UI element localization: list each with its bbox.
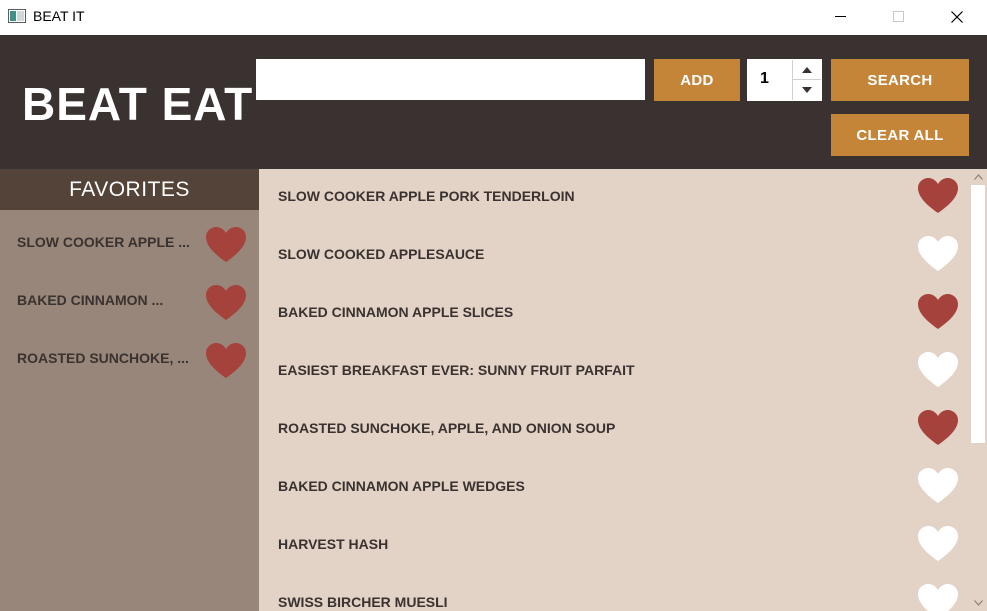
minimize-icon [834,16,846,17]
app-header: BEAT EAT ADD 1 SEARCH CLEAR ALL [0,35,987,169]
heart-icon[interactable] [917,177,959,215]
favorites-title: FAVORITES [69,177,190,201]
stepper-value[interactable]: 1 [760,70,769,88]
favorite-item-label: SLOW COOKER APPLE ... [17,234,190,250]
stepper-up-button[interactable] [792,60,821,80]
result-row-label: SLOW COOKER APPLE PORK TENDERLOIN [278,188,575,204]
heart-icon[interactable] [917,235,959,273]
stepper-down-button[interactable] [792,80,821,100]
result-row-label: BAKED CINNAMON APPLE SLICES [278,304,514,320]
scroll-down-button[interactable] [969,595,987,611]
heart-icon[interactable] [917,467,959,505]
result-row[interactable]: BAKED CINNAMON APPLE SLICES [259,285,969,343]
heart-icon[interactable] [205,226,247,264]
chevron-down-icon [973,600,983,606]
chevron-up-icon [973,174,983,180]
result-row[interactable]: HARVEST HASH [259,517,969,575]
result-row-label: EASIEST BREAKFAST EVER: SUNNY FRUIT PARF… [278,362,635,378]
heart-icon[interactable] [205,284,247,322]
result-row-label: SWISS BIRCHER MUESLI [278,594,448,610]
favorites-header: FAVORITES [0,169,259,210]
title-bar: BEAT IT [0,0,987,35]
result-row[interactable]: SWISS BIRCHER MUESLI [259,575,969,611]
heart-icon[interactable] [917,293,959,331]
favorites-sidebar: FAVORITES SLOW COOKER APPLE ... BAKED CIN… [0,169,259,611]
maximize-button[interactable] [868,0,928,33]
result-row-label: SLOW COOKED APPLESAUCE [278,246,485,262]
result-row[interactable]: EASIEST BREAKFAST EVER: SUNNY FRUIT PARF… [259,343,969,401]
scroll-up-button[interactable] [969,169,987,185]
favorite-item-label: ROASTED SUNCHOKE, ... [17,350,189,366]
search-input[interactable] [256,59,645,100]
result-row-label: ROASTED SUNCHOKE, APPLE, AND ONION SOUP [278,420,616,436]
chevron-up-icon [802,66,812,73]
window-title: BEAT IT [33,8,85,24]
clear-all-button[interactable]: CLEAR ALL [831,114,969,156]
favorite-item[interactable]: ROASTED SUNCHOKE, ... [0,331,259,389]
result-row-label: HARVEST HASH [278,536,389,552]
favorite-item[interactable]: SLOW COOKER APPLE ... [0,215,259,273]
result-row[interactable]: BAKED CINNAMON APPLE WEDGES [259,459,969,517]
maximize-icon [892,11,904,22]
scroll-thumb[interactable] [971,185,985,443]
chevron-down-icon [802,87,812,93]
search-button[interactable]: SEARCH [831,59,969,101]
minimize-button[interactable] [810,0,870,33]
favorite-item-label: BAKED CINNAMON ... [17,292,164,308]
result-row[interactable]: ROASTED SUNCHOKE, APPLE, AND ONION SOUP [259,401,969,459]
quantity-stepper[interactable]: 1 [747,59,822,101]
app-logo: BEAT EAT [22,78,254,130]
close-icon [951,10,963,23]
results-list: SLOW COOKER APPLE PORK TENDERLOIN SLOW CO… [259,169,987,611]
results-scrollbar[interactable] [969,169,987,611]
result-row[interactable]: SLOW COOKED APPLESAUCE [259,227,969,285]
heart-icon[interactable] [205,342,247,380]
add-button[interactable]: ADD [654,59,740,101]
heart-icon[interactable] [917,409,959,447]
heart-icon[interactable] [917,351,959,389]
result-row-label: BAKED CINNAMON APPLE WEDGES [278,478,525,494]
heart-icon[interactable] [917,525,959,563]
favorite-item[interactable]: BAKED CINNAMON ... [0,273,259,331]
result-row[interactable]: SLOW COOKER APPLE PORK TENDERLOIN [259,169,969,227]
heart-icon[interactable] [917,583,959,611]
app-window-icon [8,9,26,23]
close-button[interactable] [927,0,987,33]
